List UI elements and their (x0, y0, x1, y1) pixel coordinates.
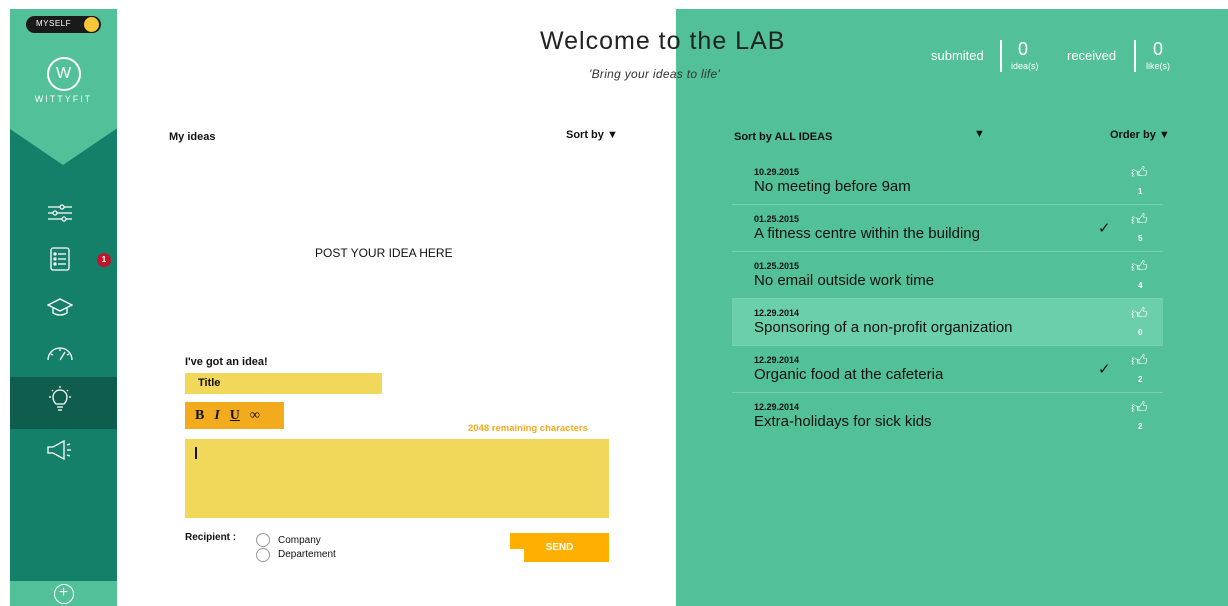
post-idea-prompt: POST YOUR IDEA HERE (315, 246, 453, 260)
thumbs-up-icon[interactable]: 👍︎ (1131, 164, 1148, 183)
thumbs-up-icon[interactable]: 👍︎ (1131, 352, 1148, 371)
like-count: 1 (1138, 187, 1143, 196)
logo-text: WITTYFIT (34, 94, 93, 104)
thumbs-up-icon[interactable]: 👍︎ (1131, 399, 1148, 418)
sidebar-item-settings[interactable] (10, 189, 117, 241)
radio-company[interactable] (256, 533, 270, 547)
like-count: 2 (1138, 375, 1143, 384)
idea-date: 10.29.2015 (754, 167, 800, 177)
caret-down-icon: ▼ (974, 128, 985, 140)
link-icon[interactable]: ∞ (250, 408, 260, 424)
send-label: SEND (545, 542, 574, 553)
remaining-characters: 2048 remaining characters (468, 423, 588, 434)
notification-badge: 1 (97, 253, 111, 267)
sidebar-item-checklist[interactable]: 1 (10, 236, 117, 288)
sidebar: MYSELF W WITTYFIT 1 + (10, 9, 117, 606)
sidebar-item-announcements[interactable] (10, 427, 117, 479)
my-ideas-heading: My ideas (169, 131, 216, 143)
checkmark-icon: ✓ (1098, 361, 1111, 378)
caret-down-icon: ▼ (1158, 129, 1170, 141)
thumbs-up-icon[interactable]: 👍︎ (1131, 211, 1148, 230)
idea-row[interactable]: 01.25.2015 No email outside work time 👍︎… (732, 252, 1163, 299)
myself-toggle[interactable]: MYSELF (26, 16, 101, 33)
toggle-knob[interactable] (84, 17, 99, 32)
idea-title: Sponsoring of a non-profit organization (754, 319, 1013, 336)
idea-list: 10.29.2015 No meeting before 9am 👍︎ 1 01… (732, 158, 1163, 439)
bold-button[interactable]: B (195, 408, 204, 424)
all-ideas-sort-label: Sort by ALL IDEAS (734, 131, 833, 143)
idea-date: 01.25.2015 (754, 214, 800, 224)
like-count: 2 (1138, 422, 1143, 431)
settings-sliders-icon (40, 202, 80, 228)
radio-company-label: Company (278, 535, 321, 546)
recipient-label: Recipient : (185, 532, 237, 543)
sidebar-chevron (10, 129, 116, 165)
title-input[interactable]: Title (185, 373, 382, 394)
send-notch (510, 549, 524, 562)
like-count: 4 (1138, 281, 1143, 290)
idea-row[interactable]: 12.29.2014 Extra-holidays for sick kids … (732, 393, 1163, 439)
idea-row[interactable]: 12.29.2014 Organic food at the cafeteria… (732, 346, 1163, 393)
sort-label: Sort by (566, 129, 604, 141)
submitted-label: submited (931, 48, 984, 63)
submitted-unit: idea(s) (1011, 61, 1039, 71)
sidebar-item-dashboard[interactable] (10, 329, 117, 381)
received-count: 0 (1153, 39, 1164, 59)
radio-department-label: Departement (278, 549, 336, 560)
idea-textarea[interactable] (185, 439, 609, 518)
page-tagline: 'Bring your ideas to life' (589, 67, 721, 81)
lightbulb-icon (40, 386, 80, 420)
page-title: Welcome to the LAB (540, 27, 786, 55)
myself-toggle-label: MYSELF (36, 19, 72, 28)
idea-date: 12.29.2014 (754, 308, 800, 318)
sidebar-item-ideas[interactable] (10, 377, 117, 429)
idea-title: A fitness centre within the building (754, 225, 980, 242)
idea-date: 01.25.2015 (754, 261, 800, 271)
like-count: 5 (1138, 234, 1143, 243)
divider (1134, 40, 1136, 72)
speedometer-icon (40, 342, 80, 368)
italic-button[interactable]: I (214, 408, 219, 424)
plus-icon: + (53, 584, 74, 604)
submitted-count: 0 (1018, 39, 1029, 59)
add-button[interactable]: + (10, 581, 117, 606)
radio-department[interactable] (256, 548, 270, 562)
send-button[interactable]: SEND (510, 533, 609, 562)
idea-title: Extra-holidays for sick kids (754, 413, 932, 430)
received-unit: like(s) (1146, 61, 1170, 71)
like-count: 0 (1138, 328, 1143, 337)
idea-title: No email outside work time (754, 272, 935, 289)
format-toolbar: B I U ∞ (185, 402, 284, 429)
underline-button[interactable]: U (230, 408, 240, 424)
idea-title: No meeting before 9am (754, 178, 911, 195)
thumbs-up-icon[interactable]: 👍︎ (1131, 305, 1148, 324)
megaphone-icon (40, 439, 80, 467)
order-label: Order by (1110, 129, 1156, 141)
text-caret (195, 447, 197, 459)
my-ideas-sort[interactable]: Sort by ▼ (566, 129, 618, 141)
checkmark-icon: ✓ (1098, 220, 1111, 237)
idea-form-heading: I've got an idea! (185, 356, 268, 368)
idea-row[interactable]: 12.29.2014 Sponsoring of a non-profit or… (732, 299, 1163, 346)
checklist-icon (40, 247, 80, 277)
received-label: received (1067, 48, 1117, 63)
idea-title: Organic food at the cafeteria (754, 366, 944, 383)
thumbs-up-icon[interactable]: 👍︎ (1131, 258, 1148, 277)
logo-emblem: W (46, 57, 81, 91)
order-by[interactable]: Order by ▼ (1110, 129, 1170, 141)
idea-date: 12.29.2014 (754, 402, 800, 412)
divider (1000, 40, 1002, 72)
idea-row[interactable]: 10.29.2015 No meeting before 9am 👍︎ 1 (732, 158, 1163, 205)
idea-date: 12.29.2014 (754, 355, 800, 365)
wittyfit-logo: W WITTYFIT (10, 57, 117, 104)
caret-down-icon: ▼ (606, 129, 618, 141)
graduation-cap-icon (40, 297, 80, 323)
all-ideas-sort-dropdown[interactable]: ▼ (974, 128, 985, 140)
idea-row[interactable]: 01.25.2015 A fitness centre within the b… (732, 205, 1163, 252)
